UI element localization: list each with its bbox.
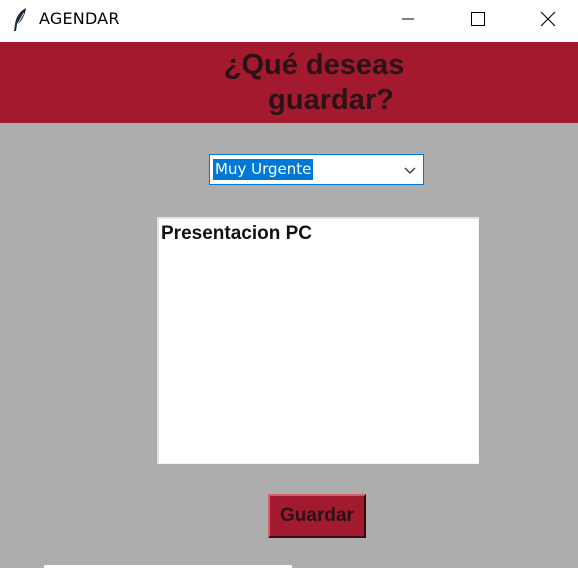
chevron-down-icon[interactable] (403, 163, 417, 177)
page-title-line2: guardar? (268, 84, 394, 116)
feather-icon (11, 7, 29, 33)
page-title-line1: ¿Qué deseas (223, 49, 405, 81)
minimize-icon (402, 13, 414, 25)
page-title: ¿Qué deseas guardar? (180, 48, 448, 118)
minimize-button[interactable] (385, 0, 431, 38)
window-title: AGENDAR (39, 9, 120, 28)
close-button[interactable] (525, 0, 571, 38)
maximize-icon (471, 12, 485, 26)
note-textarea[interactable]: Presentacion PC (157, 217, 479, 464)
close-icon (540, 11, 556, 27)
maximize-button[interactable] (455, 0, 501, 38)
title-bar: AGENDAR (0, 0, 578, 42)
main-panel: Muy Urgente Presentacion PC Guardar (0, 123, 578, 568)
priority-select[interactable]: Muy Urgente (209, 154, 424, 185)
note-text: Presentacion PC (161, 223, 312, 244)
priority-select-value: Muy Urgente (213, 159, 314, 180)
header-banner: ¿Qué deseas guardar? (0, 42, 578, 123)
save-button[interactable]: Guardar (268, 494, 366, 538)
